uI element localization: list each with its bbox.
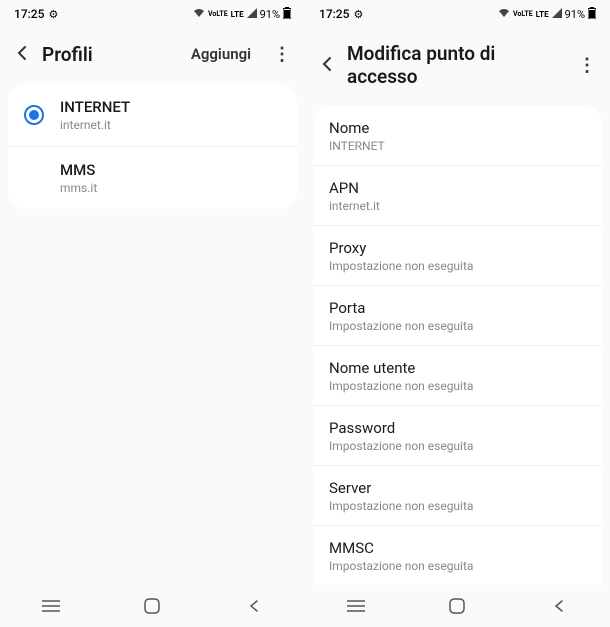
back-button[interactable]	[539, 599, 579, 613]
battery-icon	[588, 7, 596, 22]
radio-unselected-icon[interactable]	[24, 168, 44, 188]
back-icon[interactable]	[14, 42, 32, 66]
field-value: internet.it	[329, 199, 586, 213]
profile-content: INTERNET internet.it	[60, 98, 281, 132]
settings-icon: ⚙	[353, 8, 363, 21]
radio-selected-icon[interactable]	[24, 105, 44, 125]
apn-field[interactable]: Porta Impostazione non eseguita	[313, 286, 602, 346]
status-right: VoLTE LTE 91%	[498, 7, 596, 22]
field-value: Impostazione non eseguita	[329, 319, 586, 333]
settings-icon: ⚙	[48, 8, 58, 21]
field-value: INTERNET	[329, 139, 586, 153]
battery-pct: 91%	[565, 8, 585, 21]
apn-field[interactable]: Server Impostazione non eseguita	[313, 466, 602, 526]
field-label: APN	[329, 179, 586, 197]
profiles-list: INTERNET internet.it MMS mms.it	[8, 84, 297, 209]
profile-content: MMS mms.it	[60, 161, 281, 195]
status-right: VoLTE LTE 91%	[193, 7, 291, 22]
page-title: Modifica punto di accesso	[347, 42, 556, 88]
more-icon[interactable]: ⋮	[578, 55, 596, 76]
volte-icon: VoLTE	[513, 10, 533, 18]
status-time: 17:25	[14, 7, 44, 21]
signal-icon	[247, 8, 257, 21]
volte-icon: VoLTE	[208, 10, 228, 18]
page-title: Profili	[42, 43, 181, 66]
header: Profili Aggiungi ⋮	[0, 28, 305, 84]
field-value: Impostazione non eseguita	[329, 259, 586, 273]
field-label: Nome	[329, 119, 586, 137]
wifi-icon	[193, 8, 205, 21]
header: Modifica punto di accesso ⋮	[305, 28, 610, 106]
field-label: Nome utente	[329, 359, 586, 377]
apn-fields-list[interactable]: Nome INTERNET APN internet.it Proxy Impostazi…	[313, 106, 602, 585]
wifi-icon	[498, 8, 510, 21]
nav-bar	[305, 585, 610, 627]
apn-field[interactable]: APN internet.it	[313, 166, 602, 226]
field-label: MMSC	[329, 539, 586, 557]
apn-field[interactable]: Nome utente Impostazione non eseguita	[313, 346, 602, 406]
add-button[interactable]: Aggiungi	[191, 45, 251, 63]
field-value: Impostazione non eseguita	[329, 499, 586, 513]
recents-button[interactable]	[31, 599, 71, 613]
status-time: 17:25	[319, 7, 349, 21]
profile-sub: internet.it	[60, 118, 281, 132]
status-bar: 17:25 ⚙ VoLTE LTE 91%	[305, 0, 610, 28]
spacer	[0, 209, 305, 585]
profile-title: INTERNET	[60, 98, 281, 116]
field-label: Server	[329, 479, 586, 497]
home-button[interactable]	[132, 598, 172, 614]
profile-row-mms[interactable]: MMS mms.it	[8, 147, 297, 209]
apn-field[interactable]: Password Impostazione non eseguita	[313, 406, 602, 466]
profile-sub: mms.it	[60, 181, 281, 195]
status-bar: 17:25 ⚙ VoLTE LTE 91%	[0, 0, 305, 28]
field-label: Proxy	[329, 239, 586, 257]
field-label: Porta	[329, 299, 586, 317]
phone-left: 17:25 ⚙ VoLTE LTE 91% Profili Aggiungi ⋮	[0, 0, 305, 627]
back-icon[interactable]	[319, 53, 337, 77]
field-value: Impostazione non eseguita	[329, 379, 586, 393]
apn-field[interactable]: Nome INTERNET	[313, 106, 602, 166]
apn-field[interactable]: MMSC Impostazione non eseguita	[313, 526, 602, 585]
lte-icon: LTE	[231, 10, 244, 19]
apn-field[interactable]: Proxy Impostazione non eseguita	[313, 226, 602, 286]
field-value: Impostazione non eseguita	[329, 559, 586, 573]
field-value: Impostazione non eseguita	[329, 439, 586, 453]
status-left: 17:25 ⚙	[14, 7, 58, 21]
battery-icon	[283, 7, 291, 22]
nav-bar	[0, 585, 305, 627]
status-left: 17:25 ⚙	[319, 7, 363, 21]
lte-icon: LTE	[536, 10, 549, 19]
field-label: Password	[329, 419, 586, 437]
profile-row-internet[interactable]: INTERNET internet.it	[8, 84, 297, 147]
signal-icon	[552, 8, 562, 21]
home-button[interactable]	[437, 598, 477, 614]
battery-pct: 91%	[260, 8, 280, 21]
back-button[interactable]	[234, 599, 274, 613]
profile-title: MMS	[60, 161, 281, 179]
phone-right: 17:25 ⚙ VoLTE LTE 91% Modifica punto di …	[305, 0, 610, 627]
more-icon[interactable]: ⋮	[273, 44, 291, 65]
recents-button[interactable]	[336, 599, 376, 613]
